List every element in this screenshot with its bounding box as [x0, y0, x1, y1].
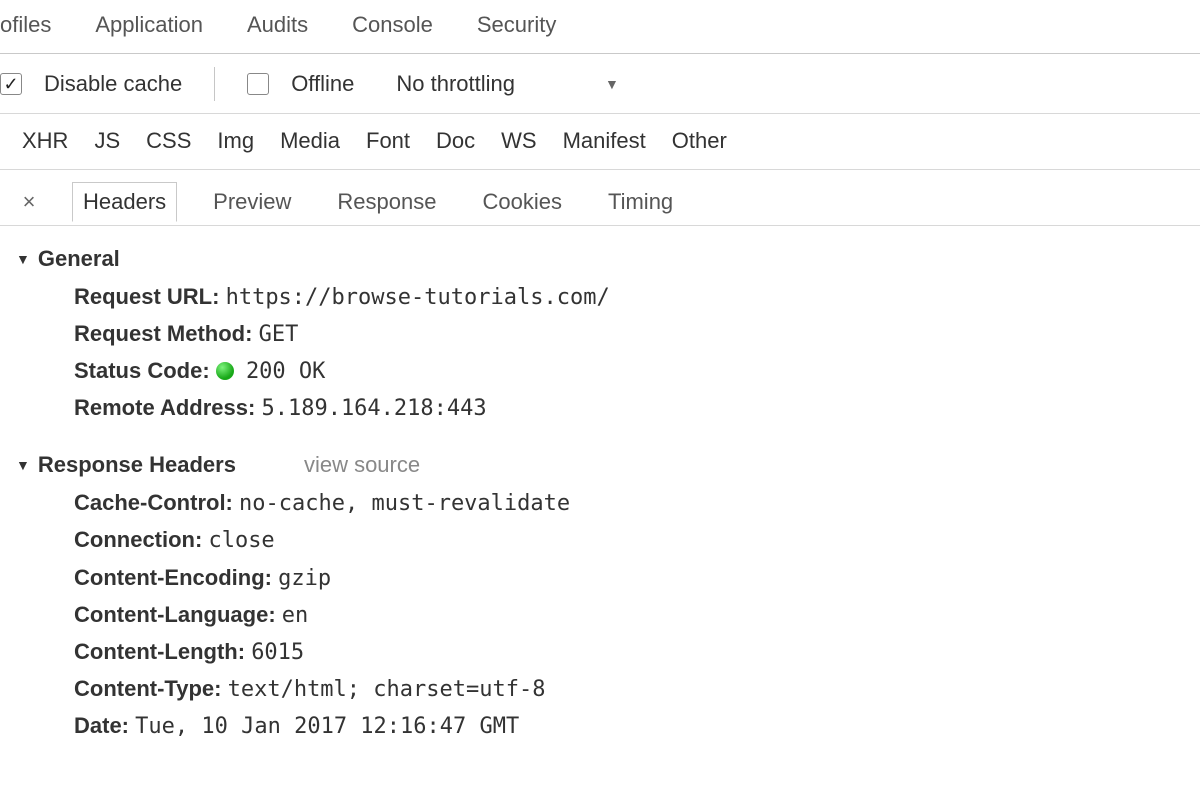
tab-audits[interactable]: Audits: [247, 12, 308, 38]
devtools-panel-tabs: ofiles Application Audits Console Securi…: [0, 0, 1200, 54]
tab-console[interactable]: Console: [352, 12, 433, 38]
row-content-type: Content-Type: text/html; charset=utf-8: [74, 672, 1200, 707]
disable-cache-label: Disable cache: [44, 71, 182, 97]
request-detail-tabs: × Headers Preview Response Cookies Timin…: [0, 170, 1200, 226]
filter-ws[interactable]: WS: [501, 128, 536, 154]
key-status-code: Status Code:: [74, 358, 210, 383]
tab-preview[interactable]: Preview: [203, 183, 301, 221]
filter-img[interactable]: Img: [217, 128, 254, 154]
filter-bar: XHR JS CSS Img Media Font Doc WS Manifes…: [0, 114, 1200, 170]
tab-response[interactable]: Response: [327, 183, 446, 221]
filter-js[interactable]: JS: [94, 128, 120, 154]
filter-manifest[interactable]: Manifest: [563, 128, 646, 154]
key-connection: Connection:: [74, 527, 202, 552]
row-connection: Connection: close: [74, 523, 1200, 558]
tab-cookies[interactable]: Cookies: [472, 183, 571, 221]
toolbar-separator: [214, 67, 215, 101]
section-response-headers-header[interactable]: ▼ Response Headers view source: [16, 452, 1200, 478]
offline-checkbox[interactable]: [247, 73, 269, 95]
val-cache-control: no-cache, must-revalidate: [239, 491, 570, 516]
val-content-type: text/html; charset=utf-8: [228, 677, 546, 702]
filter-css[interactable]: CSS: [146, 128, 191, 154]
dropdown-icon: ▼: [605, 76, 619, 92]
key-content-length: Content-Length:: [74, 639, 245, 664]
section-response-headers-title: Response Headers: [38, 452, 236, 478]
filter-doc[interactable]: Doc: [436, 128, 475, 154]
filter-other[interactable]: Other: [672, 128, 727, 154]
val-request-url: https://browse-tutorials.com/: [226, 285, 610, 310]
filter-media[interactable]: Media: [280, 128, 340, 154]
offline-label: Offline: [291, 71, 354, 97]
val-content-encoding: gzip: [278, 566, 331, 591]
tab-timing[interactable]: Timing: [598, 183, 683, 221]
general-list: Request URL: https://browse-tutorials.co…: [16, 280, 1200, 426]
status-dot-icon: [216, 362, 234, 380]
key-remote-address: Remote Address:: [74, 395, 255, 420]
disclosure-triangle-icon: ▼: [16, 251, 30, 267]
key-cache-control: Cache-Control:: [74, 490, 233, 515]
row-content-encoding: Content-Encoding: gzip: [74, 561, 1200, 596]
throttling-select[interactable]: No throttling ▼: [396, 71, 618, 97]
row-status-code: Status Code: 200 OK: [74, 354, 1200, 389]
val-remote-address: 5.189.164.218:443: [261, 396, 486, 421]
key-content-language: Content-Language:: [74, 602, 276, 627]
val-content-language: en: [282, 603, 309, 628]
row-content-language: Content-Language: en: [74, 598, 1200, 633]
val-request-method: GET: [259, 322, 299, 347]
row-date: Date: Tue, 10 Jan 2017 12:16:47 GMT: [74, 709, 1200, 744]
val-content-length: 6015: [251, 640, 304, 665]
row-cache-control: Cache-Control: no-cache, must-revalidate: [74, 486, 1200, 521]
response-headers-list: Cache-Control: no-cache, must-revalidate…: [16, 486, 1200, 744]
headers-panel: ▼ General Request URL: https://browse-tu…: [0, 225, 1200, 744]
val-connection: close: [208, 528, 274, 553]
filter-font[interactable]: Font: [366, 128, 410, 154]
key-request-method: Request Method:: [74, 321, 252, 346]
row-request-url: Request URL: https://browse-tutorials.co…: [74, 280, 1200, 315]
filter-xhr[interactable]: XHR: [22, 128, 68, 154]
disclosure-triangle-icon: ▼: [16, 457, 30, 473]
close-icon[interactable]: ×: [12, 189, 46, 215]
disable-cache-checkbox[interactable]: [0, 73, 22, 95]
row-remote-address: Remote Address: 5.189.164.218:443: [74, 391, 1200, 426]
row-request-method: Request Method: GET: [74, 317, 1200, 352]
section-general-title: General: [38, 246, 120, 272]
section-general-header[interactable]: ▼ General: [16, 246, 1200, 272]
tab-headers[interactable]: Headers: [72, 182, 177, 222]
row-content-length: Content-Length: 6015: [74, 635, 1200, 670]
key-date: Date:: [74, 713, 129, 738]
tab-profiles[interactable]: ofiles: [0, 12, 51, 38]
view-source-link[interactable]: view source: [304, 452, 420, 478]
key-request-url: Request URL:: [74, 284, 219, 309]
tab-application[interactable]: Application: [95, 12, 203, 38]
throttling-label: No throttling: [396, 71, 515, 97]
val-date: Tue, 10 Jan 2017 12:16:47 GMT: [135, 714, 519, 739]
val-status-code: 200 OK: [246, 359, 325, 384]
key-content-encoding: Content-Encoding:: [74, 565, 272, 590]
key-content-type: Content-Type:: [74, 676, 221, 701]
tab-security[interactable]: Security: [477, 12, 556, 38]
network-toolbar: Disable cache Offline No throttling ▼: [0, 54, 1200, 114]
